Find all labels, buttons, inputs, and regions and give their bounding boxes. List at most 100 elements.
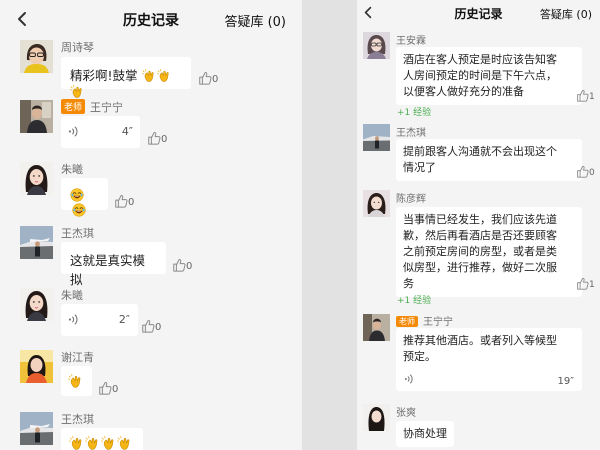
message-bubble[interactable]: 协商处理 — [396, 421, 454, 447]
message-bubble[interactable] — [61, 178, 108, 210]
message-line: 协商处理 — [403, 427, 447, 440]
message-bubble[interactable]: 当事情已经发生，我们应该先道 歉，然后再看酒店是否还要顾客 之前预定房间的房型，… — [396, 207, 582, 297]
message-line: 推荐其他酒店。或者列入等候型 — [403, 334, 557, 347]
like-button[interactable]: 1 — [576, 277, 595, 290]
message-bubble[interactable]: 酒店在客人预定是时应该告知客 人房间预定的时间是下午六点， 以便客人做好充分的准… — [396, 47, 582, 105]
thumbs-up-icon — [576, 89, 589, 102]
clap-emoji-icon — [85, 435, 101, 450]
voice-icon — [68, 125, 79, 138]
user-name: 老师 王宁宁 — [396, 313, 453, 328]
like-count: 0 — [589, 168, 595, 178]
thumbs-up-icon — [147, 131, 161, 145]
voice-duration: 19″ — [557, 376, 574, 387]
avatar[interactable] — [20, 162, 53, 195]
message-bubble[interactable] — [61, 428, 143, 450]
message-line: 预定。 — [403, 350, 436, 363]
voice-icon[interactable] — [404, 373, 414, 385]
avatar[interactable] — [20, 288, 53, 321]
user-name: 王杰琪 — [396, 128, 426, 139]
like-count: 0 — [128, 197, 135, 208]
avatar[interactable] — [363, 190, 390, 217]
like-count: 0 — [212, 74, 219, 85]
experience-badge: +1 经验 — [397, 108, 432, 118]
message-text: 这就是真实模拟 — [70, 253, 146, 287]
experience-badge: +1 经验 — [397, 296, 432, 306]
avatar[interactable] — [20, 40, 53, 73]
top-bar: 历史记录 答疑库 (0) — [357, 0, 600, 26]
like-count: 1 — [589, 280, 595, 290]
qa-library-button[interactable]: 答疑库 (0) — [540, 6, 592, 22]
clap-emoji-icon — [101, 435, 117, 450]
message-bubble[interactable]: 提前跟客人沟通就不会出现这个 情况了 — [396, 139, 582, 181]
thumbs-up-icon — [141, 319, 155, 333]
like-button[interactable]: 0 — [98, 381, 118, 395]
user-name: 陈彦辉 — [396, 194, 426, 205]
message-bubble[interactable] — [61, 366, 92, 396]
clap-emoji-icon — [70, 84, 85, 100]
thumbs-up-icon — [576, 277, 589, 290]
avatar[interactable] — [20, 412, 53, 445]
like-count: 0 — [161, 134, 168, 145]
message-bubble[interactable]: 精彩啊!鼓掌 — [61, 57, 191, 89]
clap-emoji-icon — [69, 435, 85, 450]
like-button[interactable]: 0 — [198, 71, 218, 85]
clap-emoji-icon — [142, 68, 157, 84]
user-name: 王杰琪 — [61, 413, 94, 426]
avatar[interactable] — [363, 404, 390, 431]
user-name: 朱曦 — [61, 163, 83, 176]
message-line: 务 — [403, 277, 414, 290]
thumbs-up-icon — [198, 71, 212, 85]
clap-emoji-icon — [117, 435, 133, 450]
message-line: 之前预定房间的房型，或者是类 — [403, 245, 557, 258]
avatar[interactable] — [20, 226, 53, 259]
user-name: 王安霖 — [396, 36, 426, 47]
like-count: 0 — [112, 384, 119, 395]
thumbs-up-icon — [98, 381, 112, 395]
qa-library-button[interactable]: 答疑库 (0) — [224, 11, 286, 30]
avatar[interactable] — [20, 100, 53, 133]
voice-message[interactable]: 2″ — [61, 304, 138, 336]
like-button[interactable]: 0 — [576, 165, 595, 178]
teacher-badge: 老师 — [396, 316, 418, 327]
history-screen-right: 历史记录 答疑库 (0) 王安霖 酒店在客人预定是时应该告知客 人房间预定的时间… — [357, 0, 600, 450]
voice-icon — [68, 313, 79, 326]
avatar[interactable] — [363, 314, 390, 341]
message-text: 精彩啊!鼓掌 — [70, 68, 138, 83]
voice-message[interactable]: 4″ — [61, 116, 140, 148]
message-line: 当事情已经发生，我们应该先道 — [403, 213, 557, 226]
message-line: 歉，然后再看酒店是否还要顾客 — [403, 229, 557, 242]
message-line: 以便客人做好充分的准备 — [403, 85, 524, 98]
user-name: 王杰琪 — [61, 227, 94, 240]
avatar[interactable] — [363, 124, 390, 151]
message-line: 酒店在客人预定是时应该告知客 — [403, 53, 557, 66]
message-bubble[interactable]: 推荐其他酒店。或者列入等候型 预定。 19″ — [396, 328, 582, 391]
message-line: 提前跟客人沟通就不会出现这个 — [403, 145, 557, 158]
teacher-badge: 老师 — [61, 99, 86, 114]
message-bubble[interactable]: 这就是真实模拟 — [61, 242, 166, 287]
like-button[interactable]: 0 — [141, 319, 161, 333]
like-count: 1 — [589, 92, 595, 102]
panel-divider — [302, 0, 357, 450]
user-name: 张爽 — [396, 408, 416, 419]
like-button[interactable]: 0 — [147, 131, 167, 145]
thumbs-up-icon — [576, 165, 589, 178]
like-button[interactable]: 0 — [114, 194, 134, 208]
user-name: 谢江青 — [61, 351, 94, 364]
clap-emoji-icon — [68, 373, 84, 390]
thumbs-up-icon — [172, 258, 186, 272]
top-bar: 历史记录 答疑库 (0) — [0, 0, 302, 38]
message-line: 似房型，进行推荐，做好二次服 — [403, 261, 557, 274]
like-button[interactable]: 1 — [576, 89, 595, 102]
like-count: 0 — [186, 261, 193, 272]
like-button[interactable]: 0 — [172, 258, 192, 272]
user-name: 周诗琴 — [61, 41, 94, 54]
avatar[interactable] — [363, 32, 390, 59]
voice-duration: 4″ — [121, 125, 133, 138]
like-count: 0 — [155, 322, 162, 333]
avatar[interactable] — [20, 350, 53, 383]
laugh-emoji-icon — [72, 202, 86, 218]
voice-duration: 2″ — [118, 313, 130, 326]
history-screen-left: 历史记录 答疑库 (0) 周诗琴 精彩啊!鼓掌 0 老师 王宁宁 4″ 0 朱曦… — [0, 0, 302, 450]
user-name: 老师 王宁宁 — [61, 99, 123, 115]
message-line: 情况了 — [403, 161, 436, 174]
